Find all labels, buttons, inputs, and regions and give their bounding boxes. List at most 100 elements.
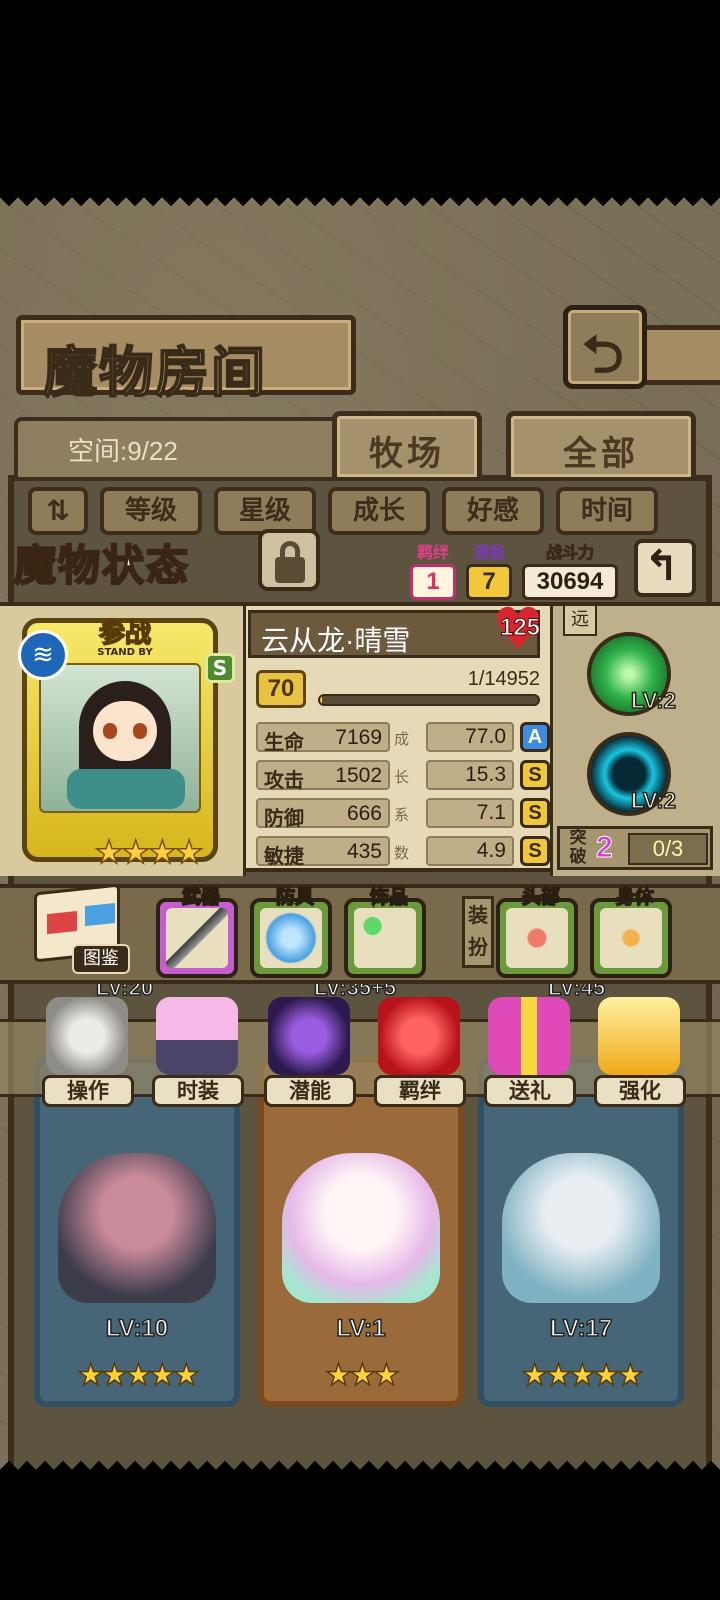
portrait-eye-left [103, 723, 117, 739]
filter-level[interactable]: 等级 [100, 487, 202, 535]
accessory-slot[interactable]: 饰品 [344, 885, 426, 978]
bond-counter: 羁绊 1 [410, 539, 456, 600]
action-label: 羁绊 [374, 1075, 466, 1107]
stat-label: 生命 [264, 730, 304, 754]
book-icon-page-left [47, 911, 77, 935]
level-badge: 70 [256, 670, 306, 708]
encyclopedia-button[interactable]: 图鉴 [30, 882, 130, 978]
stat-growth: 4.9 [426, 836, 514, 866]
stat-growth: 15.3 [426, 760, 514, 790]
exp-bar [318, 694, 540, 706]
tab-ranch[interactable]: 牧场 [332, 411, 482, 477]
growth-grade: S [520, 760, 550, 790]
action-label: 送礼 [484, 1075, 576, 1107]
card-stars: ★★★★ [94, 832, 204, 872]
body-label: 身体 [615, 885, 655, 909]
filter-growth[interactable]: 成长 [328, 487, 430, 535]
growth-grade: A [520, 722, 550, 752]
monster-info: 云从龙·晴雪 ♥ 125 70 1/14952 生命 7169 77.0 A 攻击… [248, 600, 550, 876]
breakthrough-progress: 0/3 [628, 833, 708, 865]
power-label: 战斗力 [545, 543, 594, 563]
exp-text: 1/14952 [467, 668, 540, 690]
filter-affection[interactable]: 好感 [442, 487, 544, 535]
stat-label: 攻击 [264, 768, 304, 792]
filter-time[interactable]: 时间 [556, 487, 658, 535]
standby-banner: 参战 STAND BY [77, 619, 173, 661]
standby-label-en: STAND BY [97, 647, 153, 658]
roster-card-stars: ★★★ [324, 1357, 400, 1394]
return-arrow-icon: ↰ [644, 541, 680, 590]
stat-label: 敏捷 [264, 844, 304, 868]
dress-up-label: 装扮 [462, 896, 494, 968]
tab-ranch-label: 牧场 [369, 434, 445, 474]
filter-star[interactable]: 星级 [214, 487, 316, 535]
blue-cloak-icon [260, 908, 322, 968]
sparkle-stars-icon [600, 908, 662, 968]
stat-growth: 7.1 [426, 798, 514, 828]
action-operate-button[interactable]: 操作 [40, 995, 136, 1107]
equipment-bar: 图鉴 武器 防具 饰品 装扮 头部 身体 [0, 882, 720, 984]
affection-badge: ♥ 125 [492, 600, 548, 658]
outfit-icon [156, 997, 238, 1075]
back-button[interactable]: ⮌ [563, 305, 647, 389]
monster-portrait [39, 663, 201, 813]
close-status-button[interactable]: ↰ [634, 539, 696, 597]
roster-card-level: LV:1 [336, 1314, 386, 1343]
tab-row: 空间:9/22 牧场 全部 [10, 411, 710, 477]
heart-hairpin-icon [506, 908, 568, 968]
header-right-bar [640, 325, 720, 385]
gear-icon [46, 997, 128, 1075]
action-label: 潜能 [264, 1075, 356, 1107]
roster-card-1[interactable]: LV:10 ★★★★★ [34, 1057, 240, 1407]
title-plate: 魔物房间 [16, 315, 356, 405]
accessory-label: 饰品 [369, 885, 409, 909]
roster-card-3[interactable]: LV:17 ★★★★★ [478, 1057, 684, 1407]
monster-portrait [58, 1153, 216, 1303]
range-badge: 远 [563, 604, 597, 636]
roster-card-level: LV:10 [105, 1314, 169, 1343]
action-gift-button[interactable]: 送礼 [482, 995, 578, 1107]
body-slot[interactable]: 身体 [590, 885, 672, 978]
affection-value: 125 [499, 614, 541, 642]
top-torn-edge [0, 197, 720, 215]
bond-label: 羁绊 [416, 543, 449, 562]
card-grade-badge: S [205, 653, 235, 683]
exp-fill [320, 696, 323, 704]
bond-value: 1 [410, 564, 456, 600]
growth-grade: S [520, 836, 550, 866]
monster-portrait [282, 1153, 440, 1303]
armor-label: 防具 [275, 885, 315, 909]
breakthrough-row: 突破 2 0/3 [557, 826, 713, 870]
action-costume-button[interactable]: 时装 [150, 995, 246, 1107]
weapon-slot[interactable]: 武器 [156, 885, 238, 978]
head-label: 头部 [521, 885, 561, 909]
staff-weapon-icon [166, 908, 228, 968]
action-label: 操作 [42, 1075, 134, 1107]
water-element-icon: ≋ [18, 630, 68, 680]
roster-card-2[interactable]: LV:1 ★★★ [258, 1057, 464, 1407]
stat-label-box: 生命 7169 [256, 722, 390, 754]
breakthrough-label: 突破 [569, 828, 587, 867]
return-arrow-icon: ⮌ [582, 325, 624, 385]
power-counter: 战斗力 30694 [522, 539, 618, 600]
filter-row: ⇅ 等级 星级 成长 好感 时间 [28, 487, 688, 535]
growth-grade: S [520, 798, 550, 828]
standby-label: 参战 [98, 619, 152, 649]
portrait-scarf [67, 769, 185, 809]
monster-portrait [502, 1153, 660, 1303]
tab-all[interactable]: 全部 [506, 411, 696, 477]
status-panel: 参战 STAND BY S ★★★★ ≋ 云从龙·晴雪 ♥ 125 70 1/1… [0, 600, 720, 876]
stat-label-box: 敏捷 435 [256, 836, 390, 868]
book-icon-page-right [85, 903, 115, 927]
armor-slot[interactable]: 防具 [250, 885, 332, 978]
action-bond-button[interactable]: 羁绊 [372, 995, 468, 1107]
action-potential-button[interactable]: 潜能 [262, 995, 358, 1107]
lock-button[interactable] [258, 529, 320, 591]
stat-label: 防御 [264, 806, 304, 830]
sort-order-button[interactable]: ⇅ [28, 487, 88, 535]
potential-counter: 潜能 7 [466, 539, 512, 600]
action-enhance-button[interactable]: 强化 [592, 995, 688, 1107]
head-slot[interactable]: 头部 [496, 885, 578, 978]
double-heart-icon [378, 997, 460, 1075]
gift-box-icon [488, 997, 570, 1075]
